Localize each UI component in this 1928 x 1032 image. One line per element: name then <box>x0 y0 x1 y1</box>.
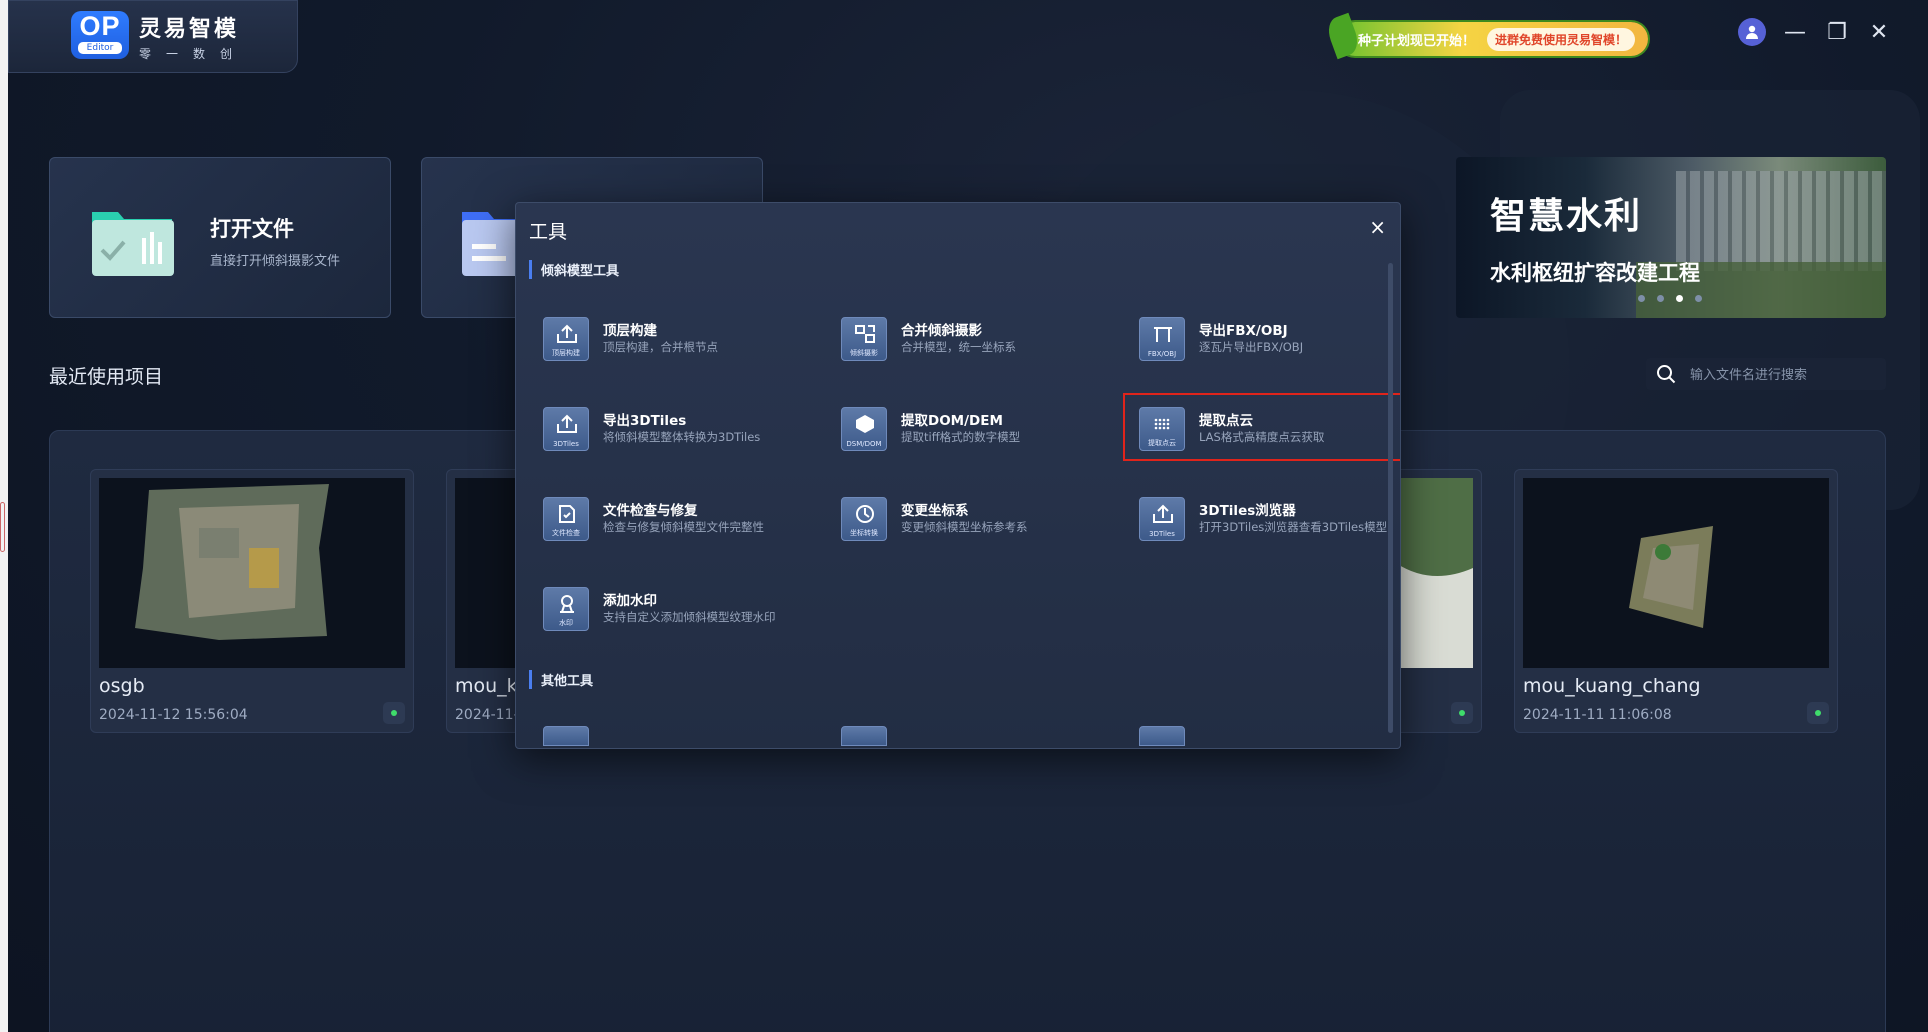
logo-badge-sub: Editor <box>78 42 122 54</box>
tool-top-level-build[interactable]: 顶层构建 顶层构建 顶层构建，合并根节点 <box>529 305 819 369</box>
promo-banner[interactable]: 种子计划现已开始！ 进群免费使用灵易智模！ <box>1323 12 1648 60</box>
banner-title: 智慧水利 <box>1490 196 1643 237</box>
tool-icon: 水印 <box>543 587 589 631</box>
status-indicator <box>383 702 405 724</box>
user-icon[interactable] <box>1738 18 1766 46</box>
project-date: 2024-11-11 11:06:08 <box>1523 707 1672 723</box>
tool-name: 添加水印 <box>603 593 657 609</box>
search-box <box>1646 358 1886 390</box>
tool-3dtiles-viewer[interactable]: 3DTiles 3DTiles浏览器 打开3DTiles浏览器查看3DTiles… <box>1125 485 1400 549</box>
close-window-icon[interactable]: ✕ <box>1866 19 1892 45</box>
tool-name: 文件检查与修复 <box>603 503 698 519</box>
tool-export-fbx-obj[interactable]: FBX/OBJ 导出FBX/OBJ 逐瓦片导出FBX/OBJ <box>1125 305 1400 369</box>
dialog-title: 工具 <box>529 221 568 243</box>
section-title-oblique-tools: 倾斜模型工具 <box>529 260 619 279</box>
tool-desc: 打开3DTiles浏览器查看3DTiles模型 <box>1199 520 1388 534</box>
project-date: 2024-11- <box>455 707 519 723</box>
carousel-dot[interactable] <box>1638 295 1645 302</box>
tool-icon: 倾斜摄影 <box>841 317 887 361</box>
dialog-scrollbar[interactable] <box>1388 263 1393 733</box>
tool-icon: 文件检查 <box>543 497 589 541</box>
tool-desc: 将倾斜模型整体转换为3DTiles <box>603 430 761 444</box>
tool-export-3dtiles[interactable]: 3DTiles 导出3DTiles 将倾斜模型整体转换为3DTiles <box>529 395 819 459</box>
logo-mark: OP <box>79 11 121 41</box>
folder-icon <box>92 212 174 276</box>
project-thumbnail <box>1523 478 1829 668</box>
restore-icon[interactable]: ❐ <box>1824 19 1850 45</box>
tool-change-crs[interactable]: 坐标转换 变更坐标系 变更倾斜模型坐标参考系 <box>827 485 1117 549</box>
app-tagline: 零一数创 <box>139 47 248 61</box>
project-thumbnail <box>99 478 405 668</box>
tool-desc: LAS格式高精度点云获取 <box>1199 430 1325 444</box>
project-card[interactable]: mou_kuang_chang 2024-11-11 11:06:08 <box>1514 469 1838 733</box>
carousel-banner[interactable]: 智慧水利 水利枢纽扩容改建工程 <box>1456 157 1886 318</box>
tool-file-check-repair[interactable]: 文件检查 文件检查与修复 检查与修复倾斜模型文件完整性 <box>529 485 819 549</box>
tool-name: 3DTiles浏览器 <box>1199 503 1296 519</box>
search-icon <box>1657 365 1676 384</box>
status-indicator <box>1451 702 1473 724</box>
tool-name: 合并倾斜摄影 <box>901 323 982 339</box>
status-indicator <box>1807 702 1829 724</box>
tool-icon-partial[interactable] <box>841 726 887 746</box>
tool-desc: 逐瓦片导出FBX/OBJ <box>1199 340 1304 354</box>
recent-projects-title: 最近使用项目 <box>49 366 164 388</box>
tool-desc: 顶层构建，合并根节点 <box>603 340 718 354</box>
promo-cta-button[interactable]: 进群免费使用灵易智模！ <box>1487 27 1636 51</box>
tool-name: 导出FBX/OBJ <box>1199 323 1288 339</box>
tool-desc: 检查与修复倾斜模型文件完整性 <box>603 520 764 534</box>
tool-merge-oblique[interactable]: 倾斜摄影 合并倾斜摄影 合并模型，统一坐标系 <box>827 305 1117 369</box>
carousel-dot[interactable] <box>1695 295 1702 302</box>
close-icon[interactable]: × <box>1369 215 1386 239</box>
project-card[interactable]: osgb 2024-11-12 15:56:04 <box>90 469 414 733</box>
tool-desc: 变更倾斜模型坐标参考系 <box>901 520 1028 534</box>
banner-subtitle: 水利枢纽扩容改建工程 <box>1490 261 1700 285</box>
minimize-icon[interactable]: — <box>1782 19 1808 45</box>
carousel-dot[interactable] <box>1657 295 1664 302</box>
tool-desc: 合并模型，统一坐标系 <box>901 340 1016 354</box>
promo-text: 种子计划现已开始！ <box>1358 33 1476 49</box>
carousel-dots <box>1638 295 1702 302</box>
carousel-dot-active[interactable] <box>1676 295 1683 302</box>
project-name: mou_kuang_chang <box>1523 675 1701 697</box>
project-name: osgb <box>99 675 145 697</box>
tool-icon: FBX/OBJ <box>1139 317 1185 361</box>
banner-building-image <box>1676 171 1886 271</box>
tool-desc: 支持自定义添加倾斜模型纹理水印 <box>603 610 776 624</box>
search-input[interactable] <box>1690 366 1870 382</box>
leaf-icon <box>1323 12 1363 60</box>
tool-icon: DSM/DOM <box>841 407 887 451</box>
tool-icon-partial[interactable] <box>543 726 589 746</box>
tool-desc: 提取tiff格式的数字模型 <box>901 430 1021 444</box>
tool-name: 提取点云 <box>1199 413 1253 429</box>
tool-icon-partial[interactable] <box>1139 726 1185 746</box>
tool-name: 提取DOM/DEM <box>901 413 1003 429</box>
tool-name: 变更坐标系 <box>901 503 969 519</box>
tool-extract-point-cloud[interactable]: 提取点云 提取点云 LAS格式高精度点云获取 <box>1123 393 1400 461</box>
tool-icon: 3DTiles <box>543 407 589 451</box>
open-file-card[interactable]: 打开文件 直接打开倾斜摄影文件 <box>49 157 391 318</box>
open-file-subtitle: 直接打开倾斜摄影文件 <box>210 254 341 269</box>
tool-add-watermark[interactable]: 水印 添加水印 支持自定义添加倾斜模型纹理水印 <box>529 575 819 639</box>
tool-extract-dom-dem[interactable]: DSM/DOM 提取DOM/DEM 提取tiff格式的数字模型 <box>827 395 1117 459</box>
app-logo: OP Editor 灵易智模 零一数创 <box>8 0 298 73</box>
tool-icon: 坐标转换 <box>841 497 887 541</box>
tools-dialog: 工具 × 倾斜模型工具 顶层构建 顶层构建 顶层构建，合并根节点 倾斜摄影 合并… <box>515 202 1401 749</box>
tool-icon: 3DTiles <box>1139 497 1185 541</box>
app-name: 灵易智模 <box>139 17 240 42</box>
project-date: 2024-11-12 15:56:04 <box>99 707 248 723</box>
open-file-title: 打开文件 <box>210 217 294 241</box>
tool-icon: 提取点云 <box>1139 407 1185 451</box>
tool-icon: 顶层构建 <box>543 317 589 361</box>
logo-badge: OP Editor <box>71 11 129 59</box>
tool-name: 导出3DTiles <box>603 413 687 429</box>
section-title-other-tools: 其他工具 <box>529 670 593 689</box>
left-edge-strip <box>0 0 8 1032</box>
tool-name: 顶层构建 <box>603 323 657 339</box>
app-window: OP Editor 灵易智模 零一数创 种子计划现已开始！ 进群免费使用灵易智模… <box>0 0 1928 1032</box>
